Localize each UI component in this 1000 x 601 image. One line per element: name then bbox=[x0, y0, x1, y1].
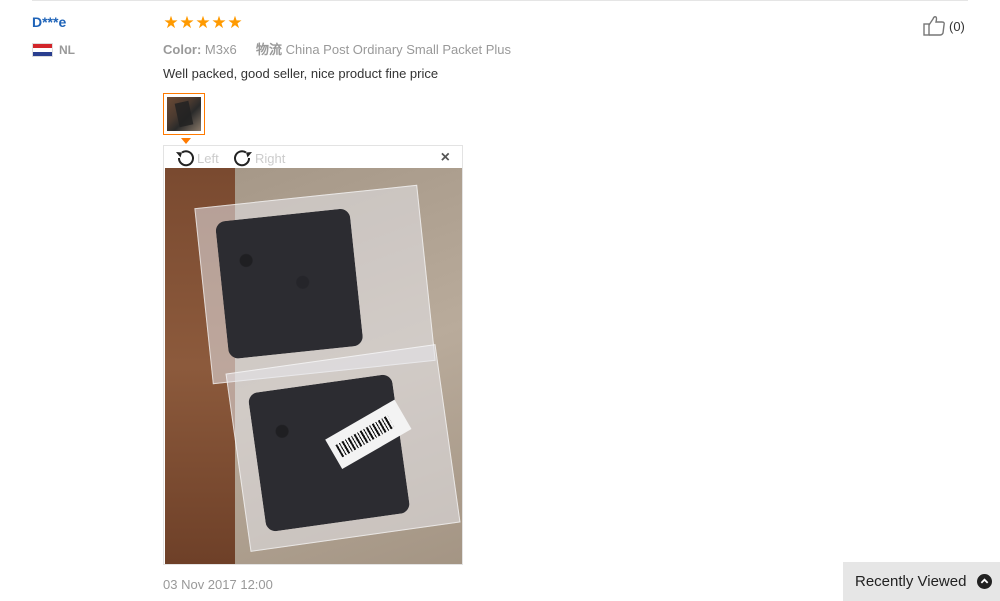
rotate-left-icon bbox=[176, 150, 194, 167]
helpful-button[interactable]: (0) bbox=[922, 15, 965, 37]
logistics-value: China Post Ordinary Small Packet Plus bbox=[285, 42, 512, 57]
divider bbox=[32, 0, 968, 1]
star-icon: ★ bbox=[211, 13, 227, 32]
rotate-right-button[interactable]: Right bbox=[232, 148, 285, 168]
rotate-right-icon bbox=[234, 150, 252, 167]
star-icon: ★ bbox=[163, 13, 179, 32]
star-icon: ★ bbox=[179, 13, 195, 32]
color-key: Color: bbox=[163, 42, 202, 57]
color-value: M3x6 bbox=[204, 42, 237, 57]
review-photo bbox=[165, 168, 462, 564]
review-date: 03 Nov 2017 12:00 bbox=[163, 577, 273, 592]
recently-viewed-label: Recently Viewed bbox=[855, 573, 967, 590]
close-icon[interactable]: × bbox=[441, 149, 450, 167]
star-icon: ★ bbox=[195, 13, 211, 32]
thumbs-up-icon bbox=[923, 16, 945, 36]
reviewer-name: D***e bbox=[32, 14, 67, 30]
photo-bag-bottom bbox=[225, 344, 461, 552]
review-photo-thumbnail[interactable] bbox=[163, 93, 205, 135]
image-viewer: Left Right × bbox=[163, 145, 463, 565]
likes-count: (0) bbox=[949, 18, 965, 34]
chevron-up-icon bbox=[977, 574, 993, 589]
country-code: NL bbox=[59, 43, 75, 57]
rotate-right-label: Right bbox=[255, 150, 286, 166]
rotate-left-label: Left bbox=[197, 150, 219, 166]
reviewer-country: NL bbox=[32, 43, 75, 57]
rotate-left-button[interactable]: Left bbox=[174, 148, 219, 168]
logistics-key: 物流 bbox=[255, 42, 282, 57]
review-text: Well packed, good seller, nice product f… bbox=[163, 66, 439, 81]
star-rating: ★ ★ ★ ★ ★ bbox=[163, 13, 243, 33]
star-icon: ★ bbox=[227, 13, 243, 32]
order-attributes: Color: M3x6 物流 China Post Ordinary Small… bbox=[163, 39, 511, 58]
flag-nl-icon bbox=[32, 43, 53, 57]
recently-viewed-button[interactable]: Recently Viewed bbox=[843, 562, 1000, 601]
thumbnail-caret bbox=[181, 138, 191, 144]
image-viewer-toolbar: Left Right × bbox=[164, 146, 462, 168]
